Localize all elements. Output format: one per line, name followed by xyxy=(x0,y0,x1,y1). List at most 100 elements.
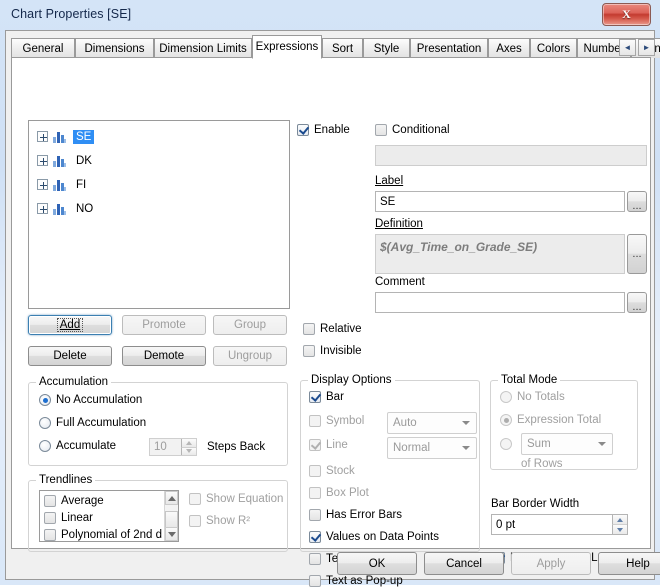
checkbox-label: Enable xyxy=(314,124,350,136)
line-combo[interactable]: Normal xyxy=(387,437,477,459)
radio-accumulate[interactable]: Accumulate xyxy=(39,440,116,452)
checkbox-bar[interactable]: Bar xyxy=(309,391,344,403)
accumulation-group: Accumulation No Accumulation Full Accumu… xyxy=(28,382,288,466)
chevron-down-icon xyxy=(462,446,470,450)
checkbox-show-equation: Show Equation xyxy=(189,493,283,505)
label-browse-button[interactable]: ... xyxy=(627,191,647,212)
tab-presentation[interactable]: Presentation xyxy=(410,38,488,58)
chevron-right-icon: ► xyxy=(643,44,651,52)
expand-icon[interactable] xyxy=(37,179,48,190)
bar-border-width-spinner[interactable]: 0 pt xyxy=(491,514,628,535)
expand-icon[interactable] xyxy=(37,155,48,166)
tab-style[interactable]: Style xyxy=(363,38,410,58)
demote-button[interactable]: Demote xyxy=(122,346,206,366)
checkbox-indicator xyxy=(375,124,387,136)
trendline-item-linear[interactable]: Linear xyxy=(44,509,93,526)
steps-back-spinner[interactable]: 10 xyxy=(149,438,197,456)
checkbox-indicator xyxy=(303,323,315,335)
tab-strip: General Dimensions Dimension Limits Expr… xyxy=(11,35,651,58)
symbol-combo-value: Auto xyxy=(393,417,417,429)
radio-indicator xyxy=(39,394,51,406)
checkbox-conditional[interactable]: Conditional xyxy=(375,124,450,136)
tree-item-no[interactable]: NO xyxy=(37,200,96,217)
add-button[interactable]: Add xyxy=(28,315,112,335)
scrollbar-down-button[interactable] xyxy=(165,527,178,541)
checkbox-indicator xyxy=(309,465,321,477)
ok-button-label: OK xyxy=(369,558,386,570)
scrollbar-up-button[interactable] xyxy=(165,491,178,505)
ungroup-button-label: Ungroup xyxy=(228,350,272,362)
tab-expressions[interactable]: Expressions xyxy=(252,35,322,59)
tree-item-dk[interactable]: DK xyxy=(37,152,95,169)
ellipsis-icon: ... xyxy=(632,303,641,311)
group-button: Group xyxy=(213,315,287,335)
ellipsis-icon: ... xyxy=(632,250,641,258)
tab-axes[interactable]: Axes xyxy=(488,38,530,58)
display-options-group: Display Options Bar Symbol Line Stock xyxy=(300,380,480,552)
checkbox-has-error-bars[interactable]: Has Error Bars xyxy=(309,509,402,521)
ok-button[interactable]: OK xyxy=(337,552,417,575)
expand-icon[interactable] xyxy=(37,131,48,142)
tab-colors[interactable]: Colors xyxy=(530,38,577,58)
checkbox-symbol: Symbol xyxy=(309,415,364,427)
tree-item-label: SE xyxy=(73,130,94,144)
radio-full-accumulation[interactable]: Full Accumulation xyxy=(39,417,146,429)
spinner-buttons[interactable] xyxy=(612,515,627,534)
checkbox-label: Conditional xyxy=(392,124,450,136)
conditional-input[interactable] xyxy=(375,145,647,166)
definition-input[interactable]: $(Avg_Time_on_Grade_SE) xyxy=(375,234,625,274)
trendline-item-average[interactable]: Average xyxy=(44,492,104,509)
checkbox-label: Bar xyxy=(326,391,344,403)
checkbox-values-on-data-points[interactable]: Values on Data Points xyxy=(309,531,439,543)
bar-chart-icon xyxy=(53,155,67,167)
tab-dimensions[interactable]: Dimensions xyxy=(75,38,154,58)
symbol-combo[interactable]: Auto xyxy=(387,412,477,434)
spinner-buttons[interactable] xyxy=(181,439,196,455)
tab-sort[interactable]: Sort xyxy=(322,38,363,58)
tab-scroll-left-button[interactable]: ◄ xyxy=(619,39,636,56)
caret-down-icon xyxy=(617,528,623,532)
trendlines-scrollbar[interactable] xyxy=(164,491,178,541)
spinner-down-button[interactable] xyxy=(181,448,196,456)
checkbox-indicator xyxy=(44,512,56,524)
tab-dimension-limits[interactable]: Dimension Limits xyxy=(154,38,252,58)
definition-browse-button[interactable]: ... xyxy=(627,234,647,274)
tree-item-se[interactable]: SE xyxy=(37,128,94,145)
help-button-label: Help xyxy=(626,558,650,570)
caret-down-icon xyxy=(186,449,192,453)
comment-input[interactable] xyxy=(375,292,625,313)
close-button[interactable]: X xyxy=(602,3,651,26)
help-button[interactable]: Help xyxy=(598,552,660,575)
line-combo-value: Normal xyxy=(393,442,430,454)
radio-no-accumulation[interactable]: No Accumulation xyxy=(39,394,142,406)
checkbox-enable[interactable]: Enable xyxy=(297,124,350,136)
trendline-item-poly2[interactable]: Polynomial of 2nd d xyxy=(44,526,162,542)
definition-field-caption: Definition xyxy=(375,218,423,230)
checkbox-line: Line xyxy=(309,439,348,451)
expressions-page: SE DK FI NO xyxy=(11,57,651,549)
checkbox-invisible[interactable]: Invisible xyxy=(303,345,362,357)
checkbox-label: Values on Data Points xyxy=(326,531,439,543)
spinner-up-button[interactable] xyxy=(612,515,627,525)
radio-indicator xyxy=(500,438,512,450)
spinner-down-button[interactable] xyxy=(612,525,627,534)
tab-general[interactable]: General xyxy=(11,38,75,58)
expressions-tree[interactable]: SE DK FI NO xyxy=(28,120,290,309)
checkbox-indicator xyxy=(44,495,56,507)
chevron-down-icon xyxy=(598,442,606,446)
checkbox-relative[interactable]: Relative xyxy=(303,323,362,335)
spinner-up-button[interactable] xyxy=(181,439,196,448)
delete-button[interactable]: Delete xyxy=(28,346,112,366)
checkbox-label: Has Error Bars xyxy=(326,509,402,521)
ungroup-button: Ungroup xyxy=(213,346,287,366)
tree-item-fi[interactable]: FI xyxy=(37,176,89,193)
expand-icon[interactable] xyxy=(37,203,48,214)
cancel-button[interactable]: Cancel xyxy=(424,552,504,575)
checkbox-text-as-popup[interactable]: Text as Pop-up xyxy=(309,575,403,587)
comment-browse-button[interactable]: ... xyxy=(627,292,647,313)
label-input[interactable]: SE xyxy=(375,191,625,212)
checkbox-indicator xyxy=(44,529,56,541)
tab-scroll-right-button[interactable]: ► xyxy=(638,39,655,56)
checkbox-label: Box Plot xyxy=(326,487,369,499)
trendlines-list[interactable]: Average Linear Polynomial of 2nd d Polyn… xyxy=(39,490,179,542)
